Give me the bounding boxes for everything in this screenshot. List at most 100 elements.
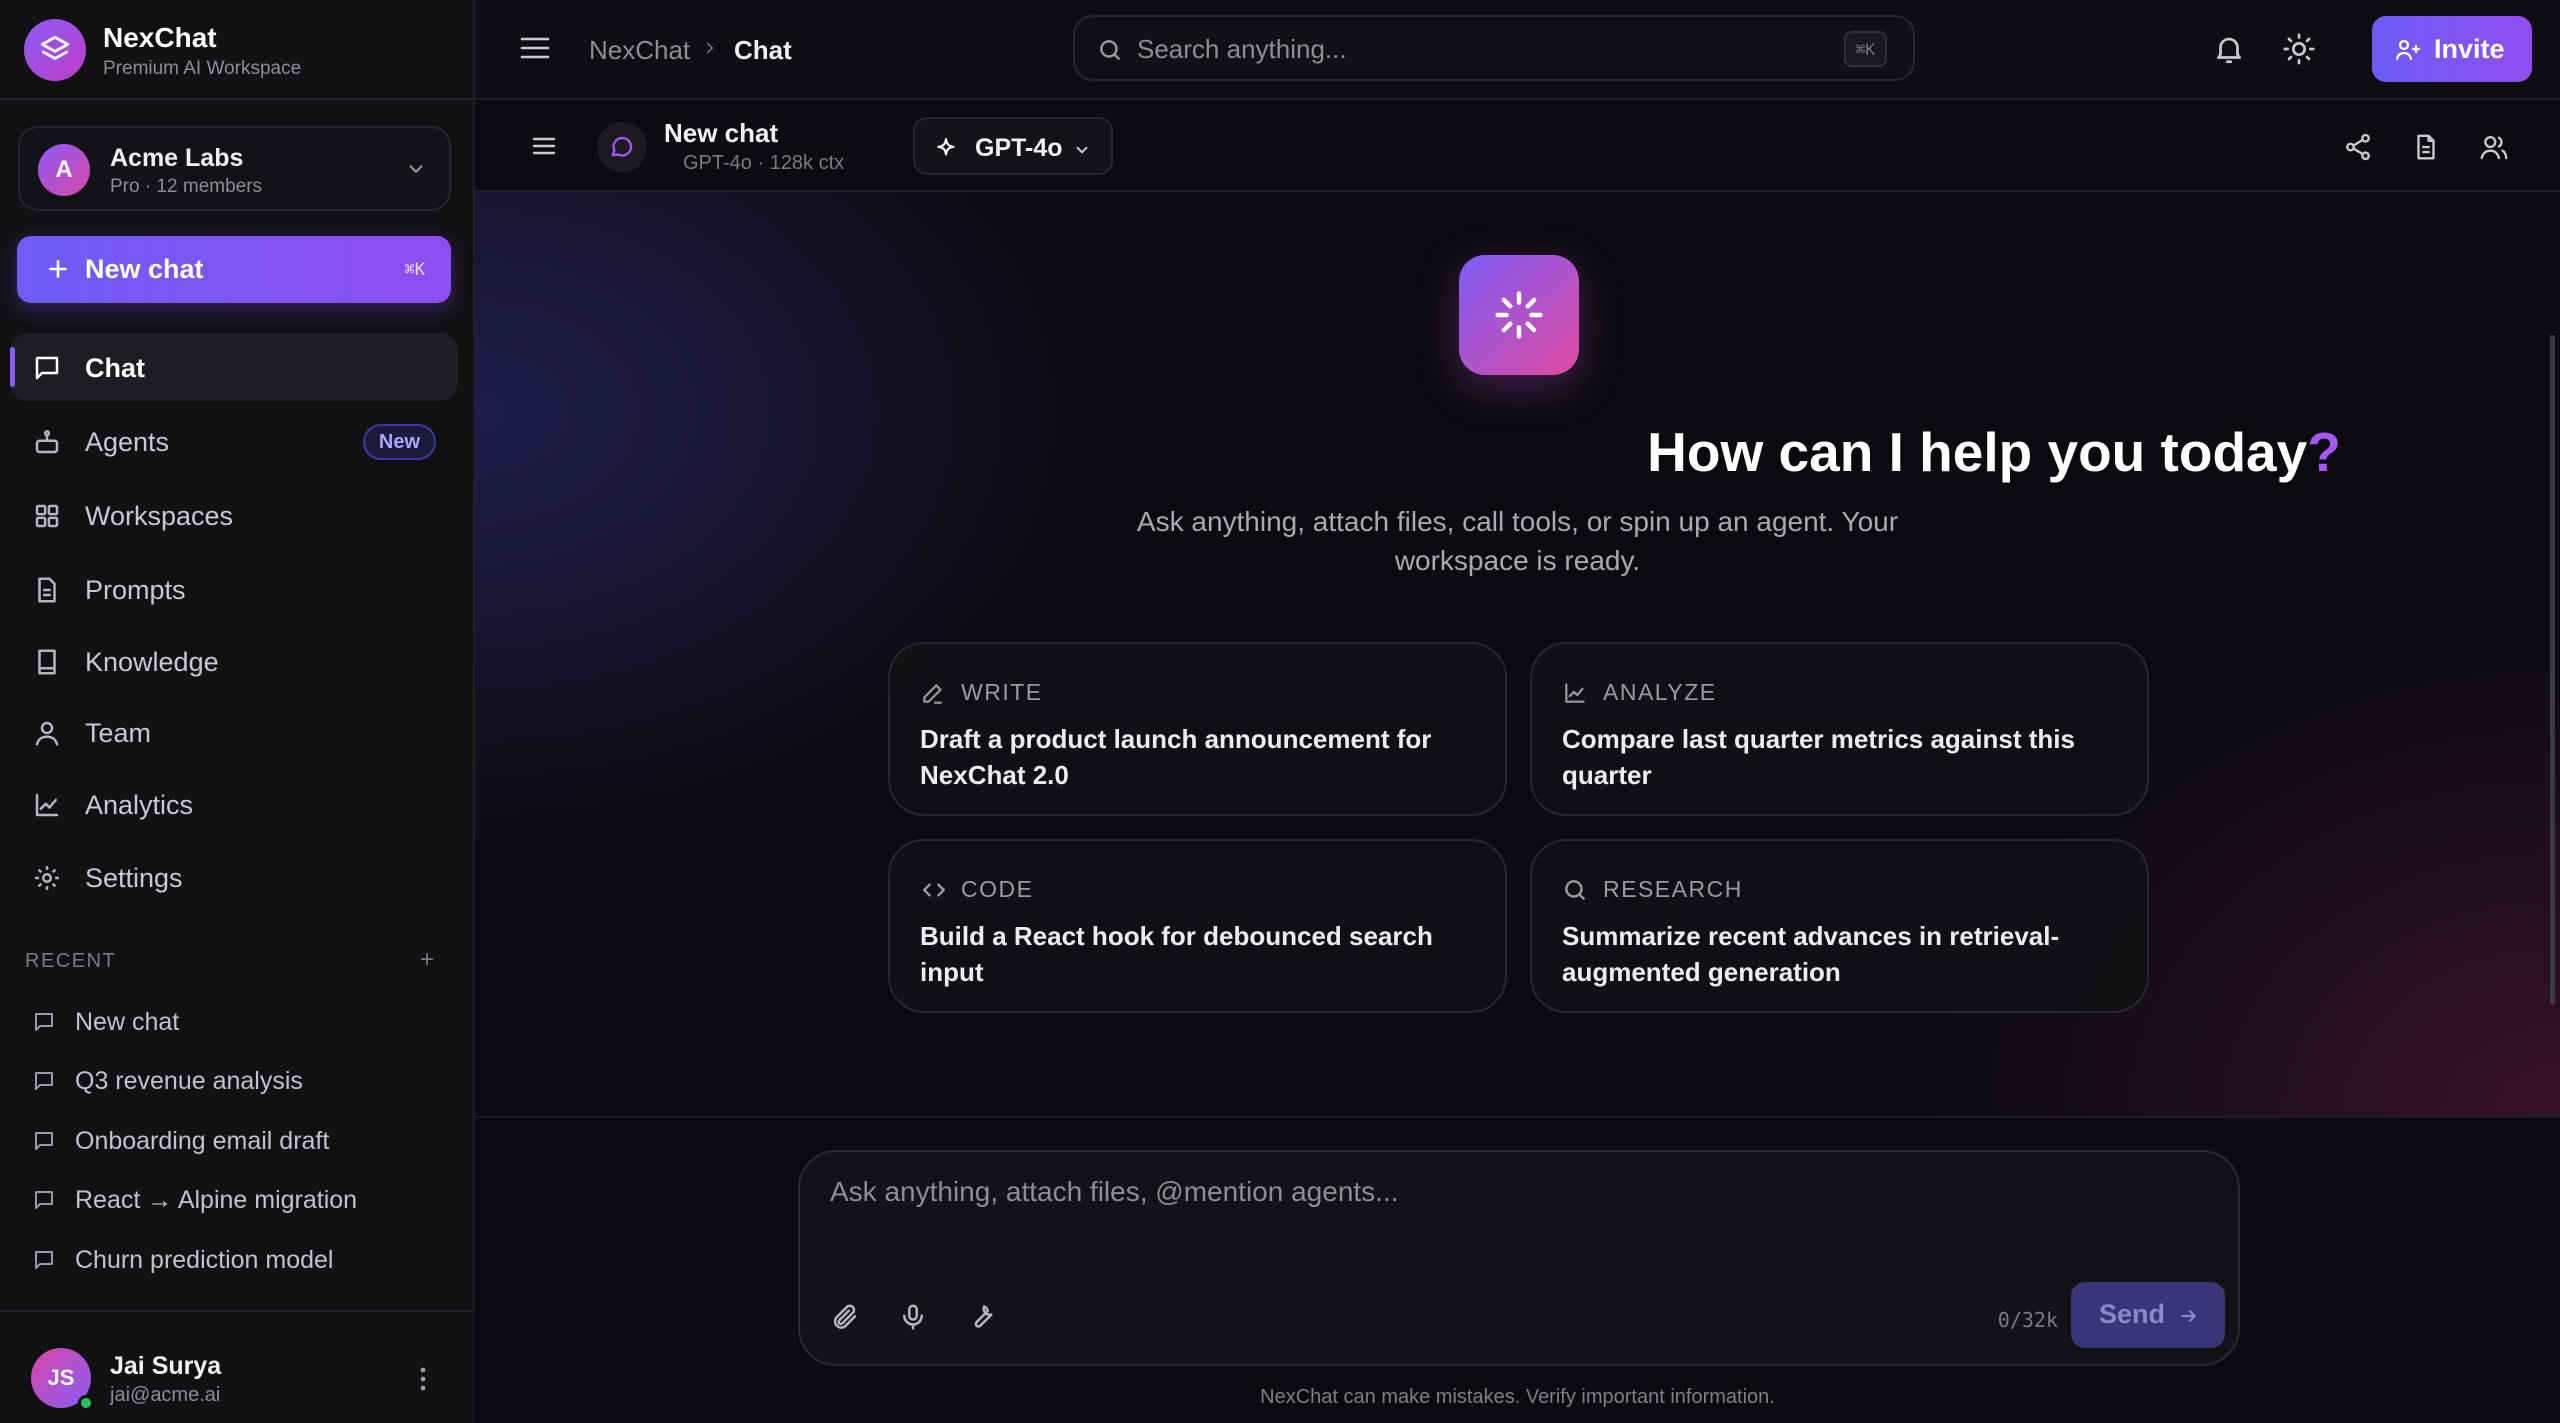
composer: 0/32k Send <box>798 1150 2240 1366</box>
new-chat-shortcut: ⌘K <box>404 260 425 280</box>
new-chat-button[interactable]: New chat ⌘K <box>17 236 451 303</box>
message-square-icon <box>32 1248 56 1272</box>
brand-name: NexChat <box>103 22 217 53</box>
sidebar-item-label: Knowledge <box>85 647 219 677</box>
recent-item-label: Churn prediction model <box>75 1246 334 1274</box>
arrow-right-icon <box>2179 1306 2199 1326</box>
suggestion-card-code[interactable]: CODE Build a React hook for debounced se… <box>888 839 1507 1013</box>
recent-item-label: React → Alpine migration <box>75 1186 358 1214</box>
user-email: jai@acme.ai <box>110 1384 221 1406</box>
suggestion-card-analyze[interactable]: ANALYZE Compare last quarter metrics aga… <box>1530 642 2149 816</box>
suggestion-card-research[interactable]: RESEARCH Summarize recent advances in re… <box>1530 839 2149 1013</box>
grid-icon <box>32 501 62 531</box>
brand-subtitle: Premium AI Workspace <box>103 58 302 79</box>
plus-icon <box>45 256 71 282</box>
document-icon[interactable] <box>2411 131 2441 163</box>
loader-icon <box>1459 255 1579 375</box>
sidebar-item-team[interactable]: Team <box>10 698 458 766</box>
line-chart-icon <box>1562 680 1588 706</box>
recent-item-label: Q3 revenue analysis <box>75 1067 303 1095</box>
workspace-meta: Pro · 12 members <box>110 176 263 197</box>
add-recent-button[interactable]: + <box>420 946 434 974</box>
menu-icon[interactable] <box>519 34 551 62</box>
sidebar-item-analytics[interactable]: Analytics <box>10 770 458 838</box>
sidebar-item-label: Agents <box>85 427 170 457</box>
user-plus-icon <box>2394 38 2422 62</box>
sidebar-item-prompts[interactable]: Prompts <box>10 555 458 623</box>
chevron-down-icon <box>1073 141 1091 159</box>
menu-icon[interactable] <box>531 134 557 158</box>
suggestion-card-write[interactable]: WRITE Draft a product launch announcemen… <box>888 642 1507 816</box>
hero-title-mark: ? <box>2307 421 2341 483</box>
card-tag: WRITE <box>961 679 1043 705</box>
line-chart-icon <box>32 790 62 820</box>
brand-header: NexChat Premium AI Workspace <box>0 0 475 100</box>
layers-icon[interactable] <box>24 19 86 81</box>
search-bar[interactable]: ⌘K <box>1073 15 1915 81</box>
sidebar-item-label: Settings <box>85 863 183 893</box>
more-vertical-icon[interactable] <box>413 1364 433 1394</box>
user-profile[interactable]: JS Jai Surya jai@acme.ai <box>0 1310 475 1423</box>
sidebar-item-workspaces[interactable]: Workspaces <box>10 481 458 549</box>
top-bar: NexChat Chat ⌘K Invite <box>475 0 2560 100</box>
breadcrumb-current: Chat <box>734 35 792 65</box>
sidebar-item-label: Analytics <box>85 790 194 820</box>
card-text: Summarize recent advances in retrieval-a… <box>1562 921 2060 987</box>
model-name: GPT-4o <box>975 134 1063 162</box>
bell-icon[interactable] <box>2212 32 2246 66</box>
workspace-switcher[interactable]: A Acme Labs Pro · 12 members <box>18 126 451 211</box>
recent-item[interactable]: Churn prediction model <box>22 1236 452 1286</box>
recent-header: RECENT <box>25 950 117 972</box>
recent-item[interactable]: Onboarding email draft <box>22 1117 452 1167</box>
breadcrumb-root[interactable]: NexChat <box>589 35 690 66</box>
card-tag: RESEARCH <box>1603 876 1743 902</box>
new-chat-label: New chat <box>85 254 204 284</box>
share-icon[interactable] <box>2343 132 2373 162</box>
card-tag: CODE <box>961 876 1034 902</box>
online-status-dot <box>78 1395 94 1411</box>
scrollbar[interactable] <box>2550 335 2555 1005</box>
pen-icon <box>920 680 946 706</box>
chat-main: How can I help you today? Ask anything, … <box>475 192 2560 1116</box>
sidebar-item-chat[interactable]: Chat <box>10 333 458 401</box>
composer-area: 0/32k Send NexChat can make mistakes. Ve… <box>475 1116 2560 1423</box>
wrench-icon[interactable] <box>966 1302 996 1332</box>
microphone-icon[interactable] <box>898 1302 928 1332</box>
search-icon <box>1097 37 1123 63</box>
recent-item[interactable]: New chat <box>22 998 452 1048</box>
chevron-down-icon <box>405 158 427 180</box>
user-icon <box>32 718 62 748</box>
message-square-icon <box>32 1069 56 1093</box>
recent-item[interactable]: Q3 revenue analysis <box>22 1057 452 1107</box>
sparkle-icon <box>933 136 959 162</box>
sun-icon[interactable] <box>2282 32 2316 66</box>
users-icon[interactable] <box>2478 132 2510 162</box>
sidebar-item-knowledge[interactable]: Knowledge <box>10 627 458 695</box>
model-selector[interactable]: GPT-4o <box>913 117 1113 175</box>
card-tag: ANALYZE <box>1603 679 1717 705</box>
sidebar-item-agents[interactable]: Agents New <box>10 407 458 475</box>
chat-bubble-icon <box>597 122 647 172</box>
card-text: Draft a product launch announcement for … <box>920 724 1432 790</box>
disclaimer: NexChat can make mistakes. Verify import… <box>1260 1386 1775 1408</box>
chat-header: New chat GPT-4o · 128k ctx GPT-4o <box>475 100 2560 192</box>
sidebar-item-label: Prompts <box>85 575 186 605</box>
paperclip-icon[interactable] <box>830 1302 860 1332</box>
search-shortcut: ⌘K <box>1843 31 1887 67</box>
recent-item[interactable]: React → Alpine migration <box>22 1176 452 1226</box>
sidebar-item-settings[interactable]: Settings <box>10 843 458 911</box>
character-count: 0/32k <box>1997 1308 2058 1332</box>
message-square-icon <box>32 1129 56 1153</box>
send-label: Send <box>2099 1299 2166 1329</box>
message-square-icon <box>32 353 62 383</box>
invite-button[interactable]: Invite <box>2372 16 2532 82</box>
search-input[interactable] <box>1137 27 1777 71</box>
message-input[interactable] <box>830 1176 2210 1256</box>
card-text: Build a React hook for debounced search … <box>920 921 1433 987</box>
recent-item-label: New chat <box>75 1008 180 1036</box>
recent-item-label: Onboarding email draft <box>75 1127 330 1155</box>
message-square-icon <box>32 1188 56 1212</box>
send-button[interactable]: Send <box>2071 1282 2225 1348</box>
sidebar-item-label: Team <box>85 718 152 748</box>
workspace-avatar: A <box>38 144 90 196</box>
